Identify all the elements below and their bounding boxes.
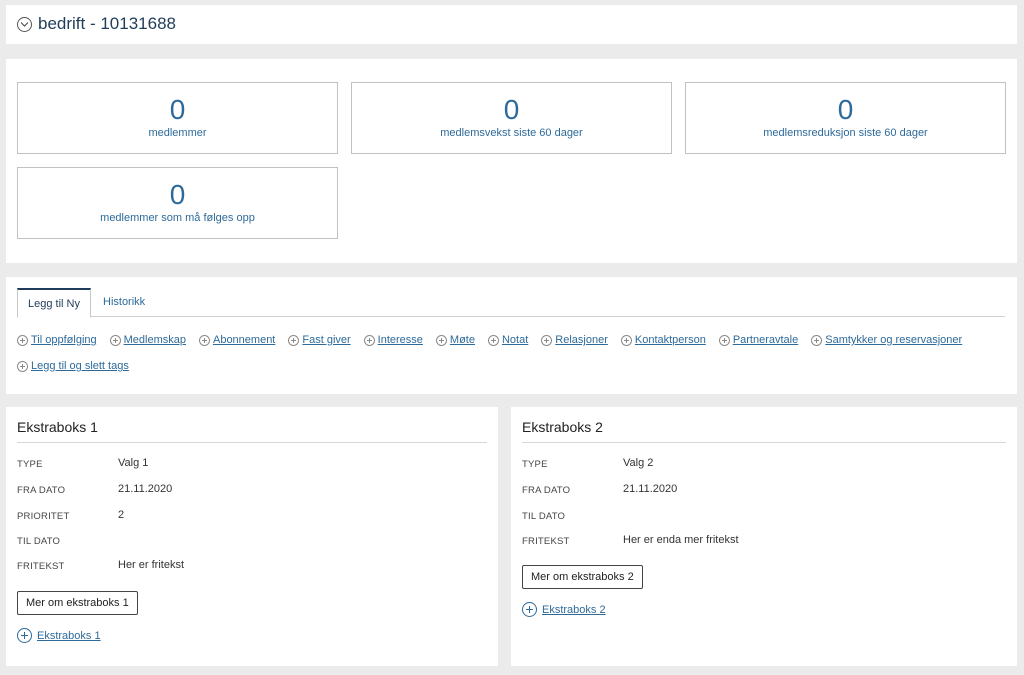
stat-value: 0: [503, 94, 520, 125]
add-followup-link[interactable]: Til oppfølging: [17, 334, 97, 346]
plus-circle-icon: [435, 334, 447, 346]
field-value: Valg 2: [623, 457, 654, 469]
link-label: Abonnement: [212, 334, 276, 346]
field-label: TIL DATO: [522, 511, 566, 522]
field-label: TYPE: [522, 459, 548, 470]
more-extra-box-1-button[interactable]: Mer om ekstraboks 1: [17, 591, 138, 615]
field-value: 21.11.2020: [623, 483, 678, 495]
manage-tags-link[interactable]: Legg til og slett tags: [17, 360, 129, 372]
link-label: Til oppfølging: [31, 334, 97, 346]
add-note-link[interactable]: Notat: [487, 334, 529, 346]
page-title: bedrift - 10131688: [38, 14, 176, 33]
plus-circle-icon: [17, 334, 28, 346]
field-value: 2: [118, 509, 125, 521]
extra-box-title: Ekstraboks 2: [522, 419, 603, 435]
extra-box-1: Ekstraboks 1 TYPE Valg 1 FRA DATO 21.11.…: [6, 407, 498, 666]
add-interest-link[interactable]: Interesse: [363, 334, 423, 346]
tab-add-new[interactable]: Legg til Ny: [17, 288, 91, 318]
plus-circle-icon: [288, 334, 300, 346]
stat-card-followup[interactable]: 0 medlemmer som må følges opp: [17, 167, 338, 239]
field-label: TIL DATO: [17, 536, 61, 547]
link-label: Ekstraboks 2: [542, 603, 606, 616]
extra-box-title: Ekstraboks 1: [17, 419, 98, 435]
add-subscription-link[interactable]: Abonnement: [198, 334, 276, 346]
field-label: FRA DATO: [522, 485, 571, 496]
stat-card-member-growth[interactable]: 0 medlemsvekst siste 60 dager: [351, 82, 672, 154]
divider: [522, 442, 1006, 443]
field-value: Valg 1: [118, 457, 149, 469]
link-label: Fast giver: [302, 334, 351, 346]
plus-circle-icon: [17, 360, 28, 372]
stats-panel: 0 medlemmer 0 medlemsvekst siste 60 dage…: [6, 59, 1017, 263]
chevron-down-circle-icon[interactable]: [17, 17, 32, 32]
field-value: 21.11.2020: [118, 483, 173, 495]
plus-circle-icon: [109, 334, 121, 346]
stat-label: medlemsvekst siste 60 dager: [440, 127, 583, 139]
field-label: FRITEKST: [522, 536, 570, 547]
plus-circle-icon: [811, 334, 823, 346]
link-label: Møte: [449, 334, 475, 346]
stat-label: medlemmer som må følges opp: [100, 212, 255, 224]
page-header: bedrift - 10131688: [6, 5, 1017, 44]
extra-box-2: Ekstraboks 2 TYPE Valg 2 FRA DATO 21.11.…: [511, 407, 1017, 666]
stat-card-member-reduction[interactable]: 0 medlemsreduksjon siste 60 dager: [685, 82, 1006, 154]
field-value: Her er fritekst: [118, 559, 185, 571]
add-extra-box-2-link[interactable]: Ekstraboks 2: [522, 602, 606, 617]
stat-value: 0: [169, 94, 186, 125]
more-extra-box-2-button[interactable]: Mer om ekstraboks 2: [522, 565, 643, 589]
stat-card-members[interactable]: 0 medlemmer: [17, 82, 338, 154]
field-label: PRIORITET: [17, 511, 70, 522]
field-label: FRA DATO: [17, 485, 66, 496]
plus-circle-icon: [17, 628, 32, 643]
plus-circle-icon: [487, 334, 499, 346]
add-membership-link[interactable]: Medlemskap: [109, 334, 186, 346]
plus-circle-icon: [620, 334, 632, 346]
stat-label: medlemmer: [148, 127, 207, 139]
link-label: Partneravtale: [732, 334, 799, 346]
add-partner-agreement-link[interactable]: Partneravtale: [718, 334, 799, 346]
field-label: TYPE: [17, 459, 43, 470]
tab-bar: Legg til Ny Historikk: [17, 288, 1005, 318]
field-label: FRITEKST: [17, 561, 65, 572]
link-label: Medlemskap: [123, 334, 186, 346]
link-label: Interesse: [377, 334, 423, 346]
link-label: Ekstraboks 1: [37, 629, 101, 642]
add-extra-box-1-link[interactable]: Ekstraboks 1: [17, 628, 101, 643]
add-consents-link[interactable]: Samtykker og reservasjoner: [811, 334, 962, 346]
actions-panel: Legg til Ny Historikk Til oppfølging Med…: [6, 277, 1017, 394]
plus-circle-icon: [522, 602, 537, 617]
plus-circle-icon: [363, 334, 375, 346]
add-fixed-donor-link[interactable]: Fast giver: [288, 334, 351, 346]
link-label: Kontaktperson: [634, 334, 706, 346]
link-label: Relasjoner: [555, 334, 608, 346]
stat-value: 0: [169, 179, 186, 210]
add-relations-link[interactable]: Relasjoner: [541, 334, 608, 346]
add-meeting-link[interactable]: Møte: [435, 334, 475, 346]
divider: [17, 442, 487, 443]
plus-circle-icon: [198, 334, 210, 346]
plus-circle-icon: [541, 334, 553, 346]
plus-circle-icon: [718, 334, 730, 346]
action-links: Til oppfølging Medlemskap Abonnement Fas…: [17, 332, 1007, 384]
stat-label: medlemsreduksjon siste 60 dager: [763, 127, 928, 139]
stat-value: 0: [837, 94, 854, 125]
link-label: Legg til og slett tags: [31, 360, 129, 372]
add-contact-person-link[interactable]: Kontaktperson: [620, 334, 706, 346]
link-label: Notat: [501, 334, 529, 346]
tab-history[interactable]: Historikk: [93, 288, 155, 317]
link-label: Samtykker og reservasjoner: [825, 334, 963, 346]
field-value: Her er enda mer fritekst: [623, 534, 739, 546]
